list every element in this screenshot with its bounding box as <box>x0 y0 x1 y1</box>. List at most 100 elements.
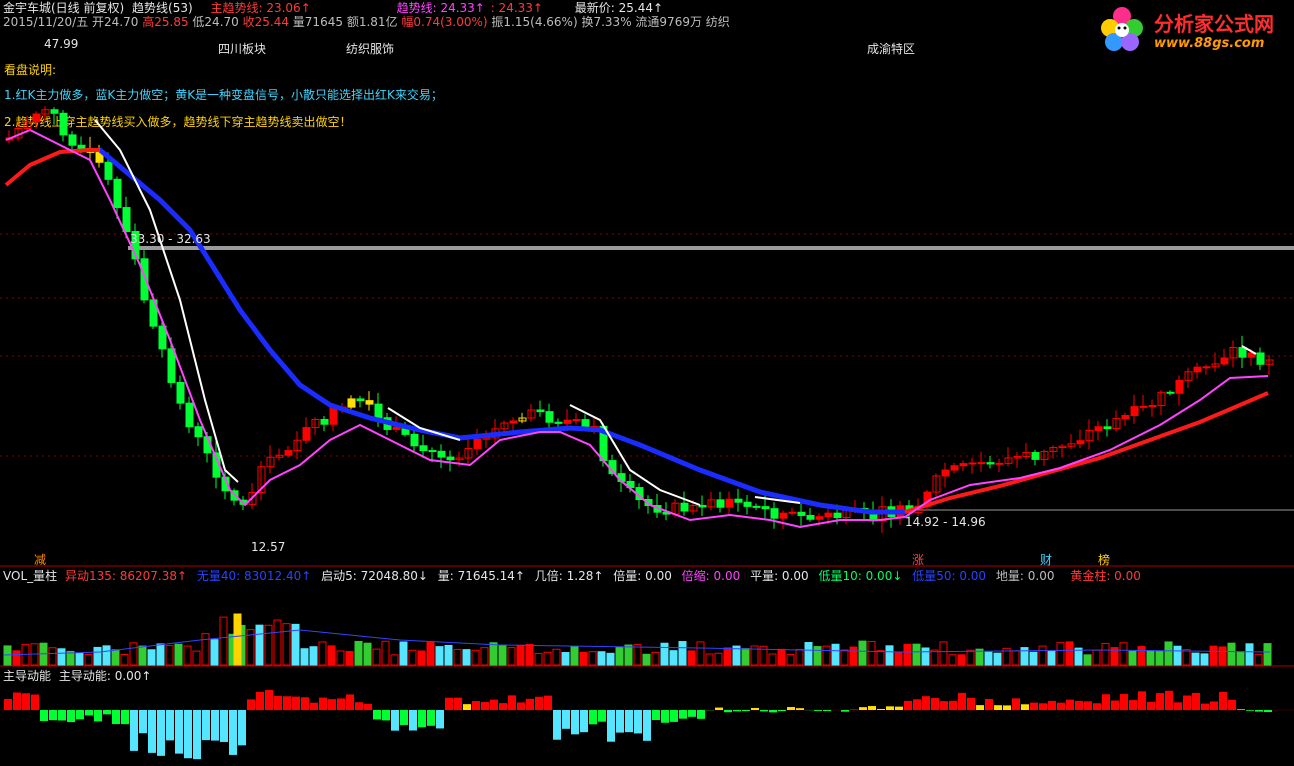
candle-body <box>410 433 419 447</box>
candle-body <box>1175 379 1184 394</box>
candle-body <box>509 420 518 424</box>
volume-bar <box>417 650 426 666</box>
vol-item: VOL_量柱 <box>3 569 58 583</box>
candle-body <box>995 462 1004 465</box>
volume-bar <box>570 646 579 666</box>
candle-body <box>356 398 365 402</box>
candle-body <box>32 113 41 123</box>
momentum-bar <box>22 693 30 710</box>
volume-bar <box>363 642 372 666</box>
momentum-item: 主导动能 <box>3 669 52 683</box>
volume-bar <box>885 645 894 666</box>
volume-bar <box>1011 650 1020 666</box>
momentum-bar <box>202 710 210 741</box>
momentum-bar <box>814 710 822 711</box>
volume-bar <box>1155 650 1164 666</box>
momentum-bar <box>913 699 921 710</box>
volume-bar <box>903 643 912 666</box>
momentum-bar <box>490 699 498 710</box>
candle-body <box>104 161 113 180</box>
volume-bar <box>534 652 543 666</box>
price-range-label: 14.92 - 14.96 <box>905 515 986 529</box>
volume-bar <box>912 643 921 666</box>
candle-body <box>1139 405 1148 408</box>
momentum-bar <box>247 699 255 710</box>
volume-bar <box>372 648 381 666</box>
candle-body <box>950 465 959 471</box>
candle-body <box>1166 391 1175 394</box>
momentum-bar <box>1156 693 1164 710</box>
momentum-bar <box>985 699 993 710</box>
candle-body <box>446 456 455 461</box>
momentum-bar <box>598 710 606 722</box>
volume-bar <box>210 639 219 666</box>
price-low-label: 12.57 <box>251 540 286 554</box>
momentum-bar <box>229 710 237 755</box>
volume-bar <box>543 651 552 666</box>
volume-bar <box>318 641 327 666</box>
short-trend-line <box>94 119 239 483</box>
volume-bar <box>156 643 165 666</box>
candle-body <box>1031 452 1040 460</box>
volume-bar <box>930 649 939 666</box>
candle-body <box>968 462 977 465</box>
volume-bar <box>597 651 606 666</box>
momentum-bar <box>265 689 273 710</box>
candle-body <box>941 469 950 477</box>
momentum-bar <box>796 708 804 710</box>
momentum-bar <box>283 696 291 710</box>
momentum-bar <box>274 695 282 710</box>
volume-bar <box>273 619 282 666</box>
volume-bar <box>723 647 732 666</box>
volume-bar <box>498 644 507 666</box>
volume-bar <box>849 646 858 666</box>
volume-bar <box>858 640 867 666</box>
momentum-bar <box>58 710 66 721</box>
candle-body <box>185 402 194 428</box>
price-range-label: 33.30 - 32.63 <box>130 232 211 246</box>
momentum-bar <box>130 710 138 751</box>
momentum-bar <box>1174 702 1182 710</box>
momentum-bar <box>481 701 489 710</box>
momentum-bar <box>463 704 471 710</box>
volume-bar <box>624 644 633 666</box>
candle-body <box>122 207 131 233</box>
volume-bar <box>516 644 525 666</box>
candle-body <box>167 348 176 383</box>
vol-item: 倍量: 0.00 <box>613 569 672 583</box>
kline-chart[interactable] <box>0 0 1294 766</box>
momentum-bar <box>1075 700 1083 710</box>
momentum-bar <box>4 698 12 710</box>
momentum-bar <box>859 707 867 710</box>
momentum-bar <box>1192 692 1200 710</box>
momentum-bar <box>472 701 480 710</box>
momentum-bar <box>355 702 363 710</box>
volume-bar <box>1146 650 1155 666</box>
momentum-bar <box>958 692 966 710</box>
volume-bar <box>300 648 309 666</box>
candle-body <box>761 506 770 510</box>
volume-bar <box>1128 650 1137 666</box>
candle-body <box>392 426 401 430</box>
candle-body <box>68 134 77 146</box>
candle-body <box>572 419 581 422</box>
momentum-bar <box>616 710 624 733</box>
candle-body <box>428 450 437 453</box>
volume-bar <box>507 647 516 666</box>
momentum-bar <box>679 710 687 719</box>
momentum-bar <box>319 697 327 710</box>
volume-bar <box>264 624 273 666</box>
vol-item: 平量: 0.00 <box>750 569 809 583</box>
volume-bar <box>1245 643 1254 666</box>
volume-bar <box>813 646 822 666</box>
volume-bar <box>705 653 714 666</box>
candle-body <box>140 258 149 301</box>
momentum-bar <box>337 698 345 710</box>
volume-bar <box>642 653 651 666</box>
momentum-bar <box>1066 699 1074 710</box>
candle-body <box>284 450 293 456</box>
candle-body <box>329 407 338 425</box>
volume-bar <box>233 613 242 666</box>
momentum-bar <box>454 697 462 710</box>
volume-bar <box>219 616 228 666</box>
